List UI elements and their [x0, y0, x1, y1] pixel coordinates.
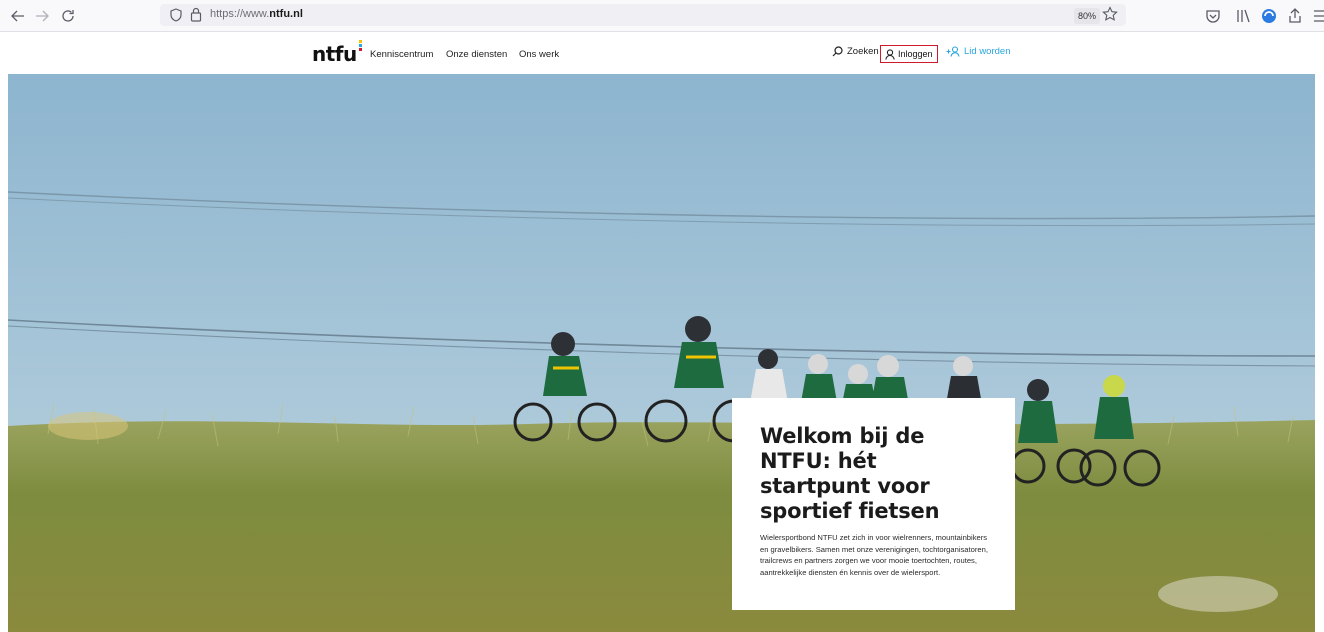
welcome-title: Welkom bij de NTFU: hét startpunt voor s…	[760, 424, 940, 523]
share-icon[interactable]	[1286, 7, 1304, 25]
zoom-level-badge[interactable]: 80%	[1074, 8, 1101, 24]
join-label: Lid worden	[964, 46, 1011, 57]
welcome-card: Welkom bij de NTFU: hét startpunt voor s…	[732, 398, 1015, 610]
account-icon[interactable]	[1260, 7, 1278, 25]
reload-icon[interactable]	[58, 6, 78, 26]
forward-arrow-icon[interactable]	[32, 6, 52, 26]
nav-onze-diensten[interactable]: Onze diensten	[446, 49, 507, 60]
welcome-body: Wielersportbond NTFU zet zich in voor wi…	[760, 533, 988, 577]
url-text: https://www.ntfu.nl	[210, 8, 303, 20]
user-icon	[885, 48, 895, 60]
nav-kenniscentrum[interactable]: Kenniscentrum	[370, 49, 433, 60]
nav-ons-werk[interactable]: Ons werk	[519, 49, 559, 60]
site-header: ntfu Kenniscentrum Onze diensten Ons wer…	[0, 32, 1324, 74]
back-arrow-icon[interactable]	[8, 6, 28, 26]
bookmark-star-icon[interactable]	[1102, 6, 1118, 22]
ntfu-logo[interactable]: ntfu	[312, 40, 362, 66]
pocket-icon[interactable]	[1204, 7, 1222, 25]
library-icon[interactable]	[1234, 7, 1252, 25]
add-user-icon	[946, 46, 960, 57]
address-bar[interactable]: https://www.ntfu.nl	[160, 4, 1126, 26]
lock-icon[interactable]	[190, 7, 202, 22]
browser-toolbar: https://www.ntfu.nl 80%	[0, 0, 1324, 32]
menu-icon[interactable]	[1310, 7, 1324, 25]
search-label: Zoeken	[847, 46, 879, 57]
join-member-link[interactable]: Lid worden	[946, 46, 1010, 57]
search-button[interactable]: Zoeken	[832, 46, 879, 57]
hero-photo-cyclists	[8, 74, 1315, 632]
search-icon	[832, 46, 843, 57]
tracking-shield-icon[interactable]	[170, 8, 182, 22]
login-label: Inloggen	[898, 49, 933, 59]
login-button[interactable]: Inloggen	[880, 45, 938, 63]
logo-accent-icon	[358, 40, 362, 51]
hero-banner	[8, 74, 1315, 632]
